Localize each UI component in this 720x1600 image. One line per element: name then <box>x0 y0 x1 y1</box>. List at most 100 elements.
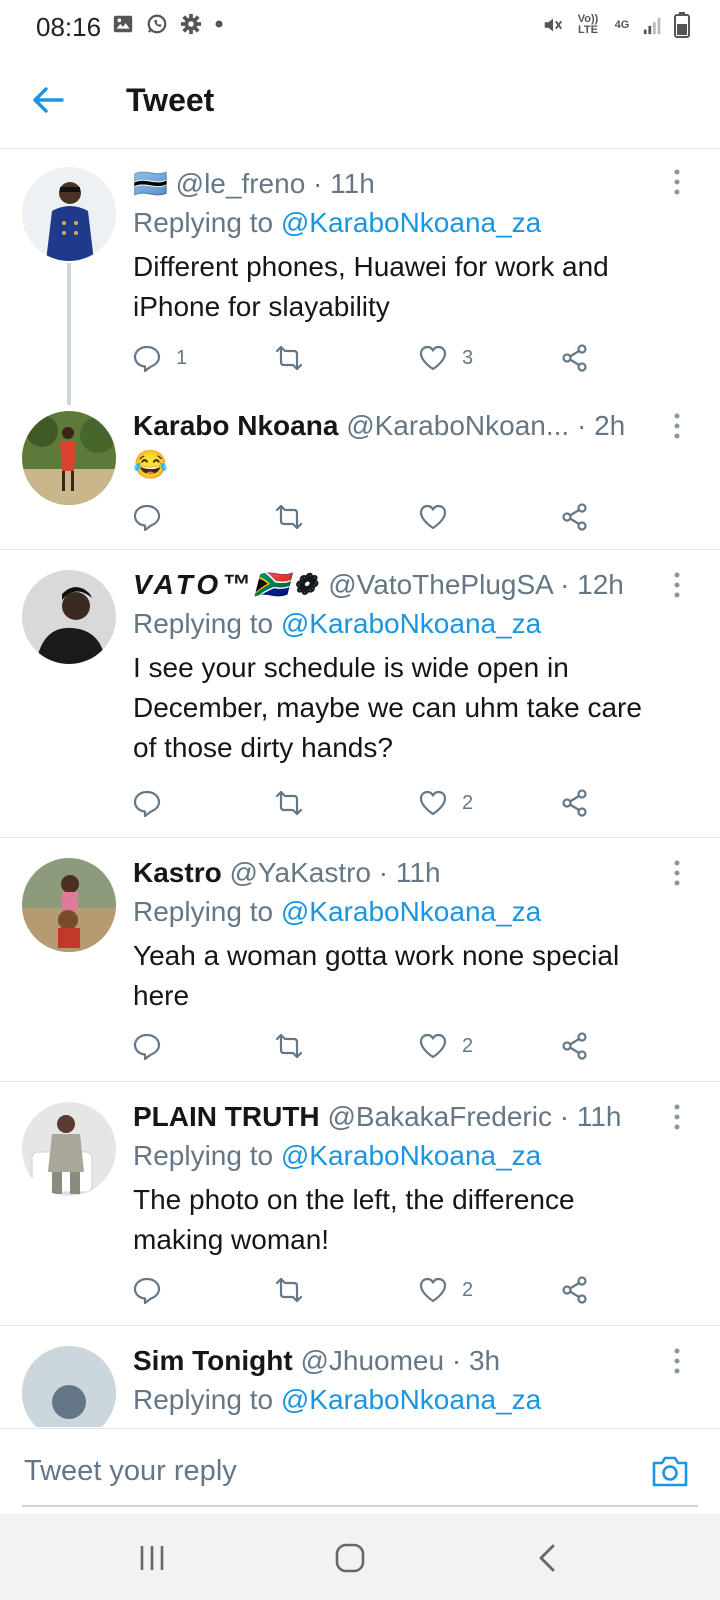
back-icon[interactable] <box>528 1538 568 1578</box>
heart-icon <box>419 790 447 816</box>
status-time: 08:16 <box>36 12 102 42</box>
user-name[interactable]: PLAIN TRUTH <box>133 1101 320 1132</box>
avatar[interactable] <box>22 411 116 505</box>
network-label: 4G <box>614 18 630 31</box>
share-button[interactable] <box>560 1028 590 1064</box>
user-name[interactable]: VATO™🇿🇦❁ <box>133 569 320 600</box>
heart-icon <box>419 1033 447 1059</box>
settings-icon <box>180 13 202 35</box>
more-options-icon[interactable] <box>670 411 684 441</box>
retweet-button[interactable] <box>274 1028 304 1064</box>
reply-button[interactable] <box>132 1028 162 1064</box>
heart-icon <box>419 345 447 371</box>
mention-link[interactable]: @KaraboNkoana_za <box>281 207 541 238</box>
user-handle[interactable]: @le_freno <box>176 168 306 199</box>
reply-input-underline <box>22 1505 698 1507</box>
replying-to: Replying to @KaraboNkoana_za <box>133 1140 542 1171</box>
heart-icon <box>419 504 447 530</box>
tweet-actions: 2 <box>132 1028 602 1064</box>
battery-icon <box>674 12 690 38</box>
share-icon <box>562 789 587 817</box>
tweet-header: 🇧🇼 @le_freno · 11h <box>133 165 668 203</box>
more-options-icon[interactable] <box>670 167 684 197</box>
page-title: Tweet <box>126 82 215 118</box>
tweet-time: · 3h <box>451 1345 501 1376</box>
more-options-icon[interactable] <box>670 1102 684 1132</box>
reply-count: 1 <box>176 346 188 369</box>
share-icon <box>562 344 587 372</box>
like-count: 2 <box>462 1034 474 1057</box>
share-icon <box>562 1032 587 1060</box>
like-button[interactable] <box>418 499 448 535</box>
avatar[interactable] <box>22 858 116 952</box>
more-options-icon[interactable] <box>670 858 684 888</box>
reply-icon <box>133 790 161 818</box>
like-button[interactable]: 2 <box>418 1272 473 1308</box>
more-options-icon[interactable] <box>670 570 684 600</box>
retweet-button[interactable] <box>274 785 304 821</box>
tweet-time: · 12h <box>560 569 624 600</box>
reply-input[interactable] <box>22 1441 624 1501</box>
more-options-icon[interactable] <box>670 1346 684 1376</box>
tweet-item[interactable]: Kastro @YaKastro · 11h Replying to @Kara… <box>0 838 720 1082</box>
tweet-header: PLAIN TRUTH @BakakaFrederic · 11h <box>133 1098 668 1136</box>
user-name[interactable]: Sim Tonight <box>133 1345 293 1376</box>
like-count: 3 <box>462 346 474 369</box>
replying-to: Replying to @KaraboNkoana_za <box>133 608 542 639</box>
reply-button[interactable] <box>132 1272 162 1308</box>
user-handle[interactable]: @KaraboNkoan... <box>346 410 569 441</box>
tweet-item[interactable]: PLAIN TRUTH @BakakaFrederic · 11h Replyi… <box>0 1082 720 1326</box>
reply-icon <box>133 1033 161 1061</box>
tweet-text: 😂 <box>133 449 168 480</box>
reply-button[interactable] <box>132 499 162 535</box>
avatar[interactable] <box>22 1346 116 1427</box>
like-button[interactable]: 3 <box>418 340 473 376</box>
avatar[interactable] <box>22 1102 116 1196</box>
mention-link[interactable]: @KaraboNkoana_za <box>281 608 541 639</box>
camera-icon[interactable] <box>650 1451 690 1491</box>
avatar[interactable] <box>22 570 116 664</box>
tweet-text: I see your schedule is wide open in Dece… <box>133 652 642 763</box>
share-button[interactable] <box>560 1272 590 1308</box>
heart-icon <box>419 1277 447 1303</box>
arrow-left-icon[interactable] <box>28 80 68 120</box>
like-button[interactable]: 2 <box>418 785 473 821</box>
replies-feed[interactable]: 🇧🇼 @le_freno · 11h Replying to @KaraboNk… <box>0 149 720 1427</box>
home-icon[interactable] <box>330 1538 370 1578</box>
user-handle[interactable]: @BakakaFrederic <box>327 1101 552 1132</box>
mention-link[interactable]: @KaraboNkoana_za <box>281 1140 541 1171</box>
user-name[interactable]: Karabo Nkoana <box>133 410 338 441</box>
image-icon <box>113 15 133 33</box>
app-bar: Tweet <box>0 52 720 149</box>
status-bar: 08:16 Vo)) LTE 4G <box>0 0 720 52</box>
avatar[interactable] <box>22 167 116 261</box>
recents-icon[interactable] <box>132 1538 172 1578</box>
tweet-item[interactable]: Sim Tonight @Jhuomeu · 3h Replying to @K… <box>0 1326 720 1427</box>
reply-icon <box>133 1277 161 1305</box>
tweet-item[interactable]: 🇧🇼 @le_freno · 11h Replying to @KaraboNk… <box>0 149 720 405</box>
share-button[interactable] <box>560 340 590 376</box>
user-handle[interactable]: @VatoThePlugSA <box>328 569 552 600</box>
user-handle[interactable]: @YaKastro <box>229 857 371 888</box>
tweet-text: Yeah a woman gotta work none special her… <box>133 940 620 1011</box>
like-count: 2 <box>462 1278 474 1301</box>
retweet-icon <box>275 504 303 530</box>
reply-composer <box>0 1428 720 1515</box>
mention-link[interactable]: @KaraboNkoana_za <box>281 896 541 927</box>
like-button[interactable]: 2 <box>418 1028 473 1064</box>
retweet-button[interactable] <box>274 499 304 535</box>
tweet-item[interactable]: Karabo Nkoana @KaraboNkoan... · 2h 😂 <box>0 391 720 550</box>
tweet-item[interactable]: VATO™🇿🇦❁ @VatoThePlugSA · 12h Replying t… <box>0 550 720 838</box>
share-button[interactable] <box>560 499 590 535</box>
retweet-button[interactable] <box>274 1272 304 1308</box>
reply-button[interactable]: 1 <box>132 340 187 376</box>
tweet-header: VATO™🇿🇦❁ @VatoThePlugSA · 12h <box>133 566 668 604</box>
share-button[interactable] <box>560 785 590 821</box>
retweet-button[interactable] <box>274 340 304 376</box>
status-notification-icons <box>112 13 224 35</box>
user-name[interactable]: Kastro <box>133 857 222 888</box>
user-handle[interactable]: @Jhuomeu <box>300 1345 444 1376</box>
reply-button[interactable] <box>132 785 162 821</box>
mention-link[interactable]: @KaraboNkoana_za <box>281 1384 541 1415</box>
retweet-icon <box>275 790 303 816</box>
